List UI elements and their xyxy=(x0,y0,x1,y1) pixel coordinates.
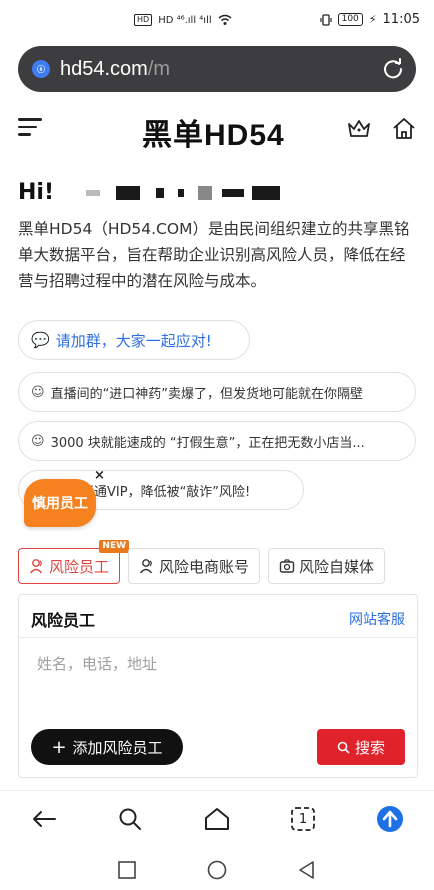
pill-text: 直播间的“进口神药”卖爆了，但发货地可能就在你隔壁 xyxy=(50,386,364,402)
redacted-username-block xyxy=(178,188,184,197)
home-icon[interactable] xyxy=(203,805,231,833)
search-icon xyxy=(337,741,350,754)
tab-label: 风险员工 xyxy=(49,557,110,576)
browser-toolbar: 1 xyxy=(0,790,434,846)
close-icon[interactable]: × xyxy=(94,468,105,483)
search-input[interactable] xyxy=(37,655,397,673)
user-icon xyxy=(29,559,43,574)
chat-icon: ☺ xyxy=(31,433,45,449)
home-icon[interactable] xyxy=(391,116,417,142)
address-bar[interactable]: ⓢ hd54.com/m xyxy=(18,46,416,92)
add-button-label: 添加风险员工 xyxy=(72,738,163,757)
hd-icon: HD xyxy=(134,14,153,26)
card-title: 风险员工 xyxy=(31,611,96,630)
wifi-icon xyxy=(218,14,232,25)
customer-service-link[interactable]: 网站客服 xyxy=(349,609,405,629)
search-card: 风险员工 网站客服 + 添加风险员工 搜索 xyxy=(18,594,418,778)
tab-label: 风险自媒体 xyxy=(299,557,375,576)
search-button-label: 搜索 xyxy=(354,738,385,757)
back-arrow-icon[interactable] xyxy=(30,805,58,833)
floating-promo-badge[interactable]: 慎用员工 xyxy=(24,479,96,527)
camera-icon xyxy=(279,559,295,573)
redacted-username-block xyxy=(156,187,164,198)
status-bar: HD HD ⁴⁶.ıll ⁴ıll 100 ⚡ 11:05 xyxy=(0,0,434,44)
redacted-username-block xyxy=(252,185,280,200)
site-description: 黑单HD54（HD54.COM）是由民间组织建立的共享黑铭单大数据平台，旨在帮助… xyxy=(18,220,410,290)
site-logo[interactable]: 黑单HD54 xyxy=(142,110,285,154)
redacted-username xyxy=(86,189,100,196)
join-group-pill[interactable]: 💬 请加群，大家一起应对! xyxy=(18,320,250,360)
browser-site-icon: ⓢ xyxy=(32,60,50,78)
back-triangle-icon[interactable] xyxy=(297,860,317,880)
home-circle-icon[interactable] xyxy=(207,860,227,880)
system-navigation-bar xyxy=(0,850,434,890)
charging-icon: ⚡ xyxy=(368,13,377,26)
url-domain: hd54.com xyxy=(60,57,148,80)
news-pill[interactable]: ☺ 3000 块就能速成的 “打假生意”，正在把无数小店当... xyxy=(18,421,416,461)
chat-bubbles-icon: 💬 xyxy=(31,331,50,349)
search-icon[interactable] xyxy=(116,805,144,833)
floating-badge-label: 慎用员工 xyxy=(32,496,88,512)
url-text[interactable]: hd54.com/m xyxy=(60,58,382,81)
users-icon xyxy=(139,559,153,574)
site-header: 黑单HD54 xyxy=(0,104,434,156)
tabs-switcher-icon[interactable]: 1 xyxy=(289,805,317,833)
tab-risk-media[interactable]: 风险自媒体 xyxy=(268,548,386,584)
tab-count: 1 xyxy=(298,811,308,827)
plus-icon: + xyxy=(51,736,67,758)
url-path: /m xyxy=(147,57,171,80)
redacted-username-block xyxy=(198,185,212,200)
pill-text: 3000 块就能速成的 “打假生意”，正在把无数小店当... xyxy=(50,435,365,451)
battery-icon: 100 xyxy=(337,13,363,26)
pill-text: 请加群，大家一起应对! xyxy=(55,331,212,350)
tab-risk-employee[interactable]: 风险员工 NEW xyxy=(18,540,130,584)
add-risk-employee-button[interactable]: + 添加风险员工 xyxy=(31,729,183,765)
new-badge: NEW xyxy=(99,540,130,553)
recents-square-icon[interactable] xyxy=(117,860,137,880)
clock: 11:05 xyxy=(382,12,420,27)
upload-arrow-icon[interactable] xyxy=(376,805,404,833)
vibrate-icon xyxy=(320,13,332,26)
chat-icon: ☺ xyxy=(31,384,45,400)
network-indicator: HD ⁴⁶.ıll ⁴ıll xyxy=(158,14,212,26)
news-pill[interactable]: ☺ 直播间的“进口神药”卖爆了，但发货地可能就在你隔壁 xyxy=(18,372,416,412)
greeting-hi: Hi! xyxy=(18,180,54,205)
tab-label: 风险电商账号 xyxy=(159,557,250,576)
reload-icon[interactable] xyxy=(382,58,404,80)
status-right: 100 ⚡ 11:05 xyxy=(320,12,420,27)
search-button[interactable]: 搜索 xyxy=(317,729,405,765)
signal-indicators: HD HD ⁴⁶.ıll ⁴ıll xyxy=(134,14,232,26)
redacted-username-block xyxy=(222,188,244,197)
hamburger-menu-icon[interactable] xyxy=(18,118,42,140)
category-tabs: 风险员工 NEW 风险电商账号 风险自媒体 xyxy=(18,540,386,584)
crown-icon[interactable] xyxy=(346,116,372,142)
redacted-username-block xyxy=(116,185,140,200)
divider xyxy=(19,637,417,638)
pill-text: 开通VIP，降低被“敲诈”风险! xyxy=(81,484,251,500)
tab-risk-ecommerce[interactable]: 风险电商账号 xyxy=(128,548,261,584)
greeting: Hi! xyxy=(18,180,280,205)
